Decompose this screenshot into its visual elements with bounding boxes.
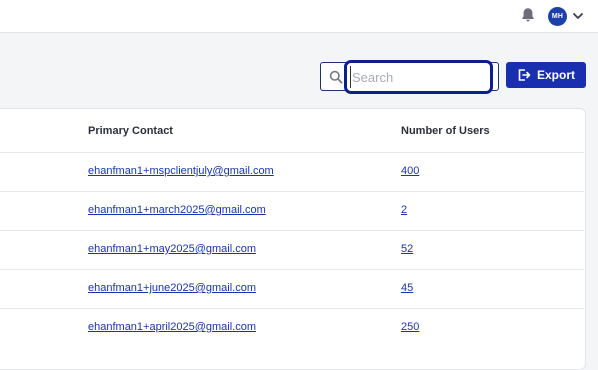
row-divider [0,152,584,153]
top-bar: MH [0,0,598,33]
chevron-down-icon[interactable] [571,9,585,23]
number-of-users-link[interactable]: 400 [401,165,419,177]
number-of-users-link[interactable]: 45 [401,282,413,294]
row-divider [0,269,584,270]
row-divider [0,308,584,309]
export-button-label: Export [537,68,576,82]
primary-contact-link[interactable]: ehanfman1+april2025@gmail.com [88,321,256,333]
export-button[interactable]: Export [506,62,586,88]
row-divider [0,230,584,231]
export-icon [518,69,531,81]
row-divider [0,191,584,192]
primary-contact-link[interactable]: ehanfman1+june2025@gmail.com [88,282,256,294]
search-icon [329,70,343,84]
number-of-users-link[interactable]: 250 [401,321,419,333]
primary-contact-link[interactable]: ehanfman1+may2025@gmail.com [88,243,256,255]
primary-contact-link[interactable]: ehanfman1+mspclientjuly@gmail.com [88,165,274,177]
column-header-number-of-users[interactable]: Number of Users [401,125,490,137]
primary-contact-link[interactable]: ehanfman1+march2025@gmail.com [88,204,266,216]
column-header-primary-contact[interactable]: Primary Contact [88,125,173,137]
avatar[interactable]: MH [548,7,567,26]
number-of-users-link[interactable]: 52 [401,243,413,255]
bell-icon[interactable] [519,6,537,24]
number-of-users-link[interactable]: 2 [401,204,407,216]
search-input[interactable] [350,66,490,88]
